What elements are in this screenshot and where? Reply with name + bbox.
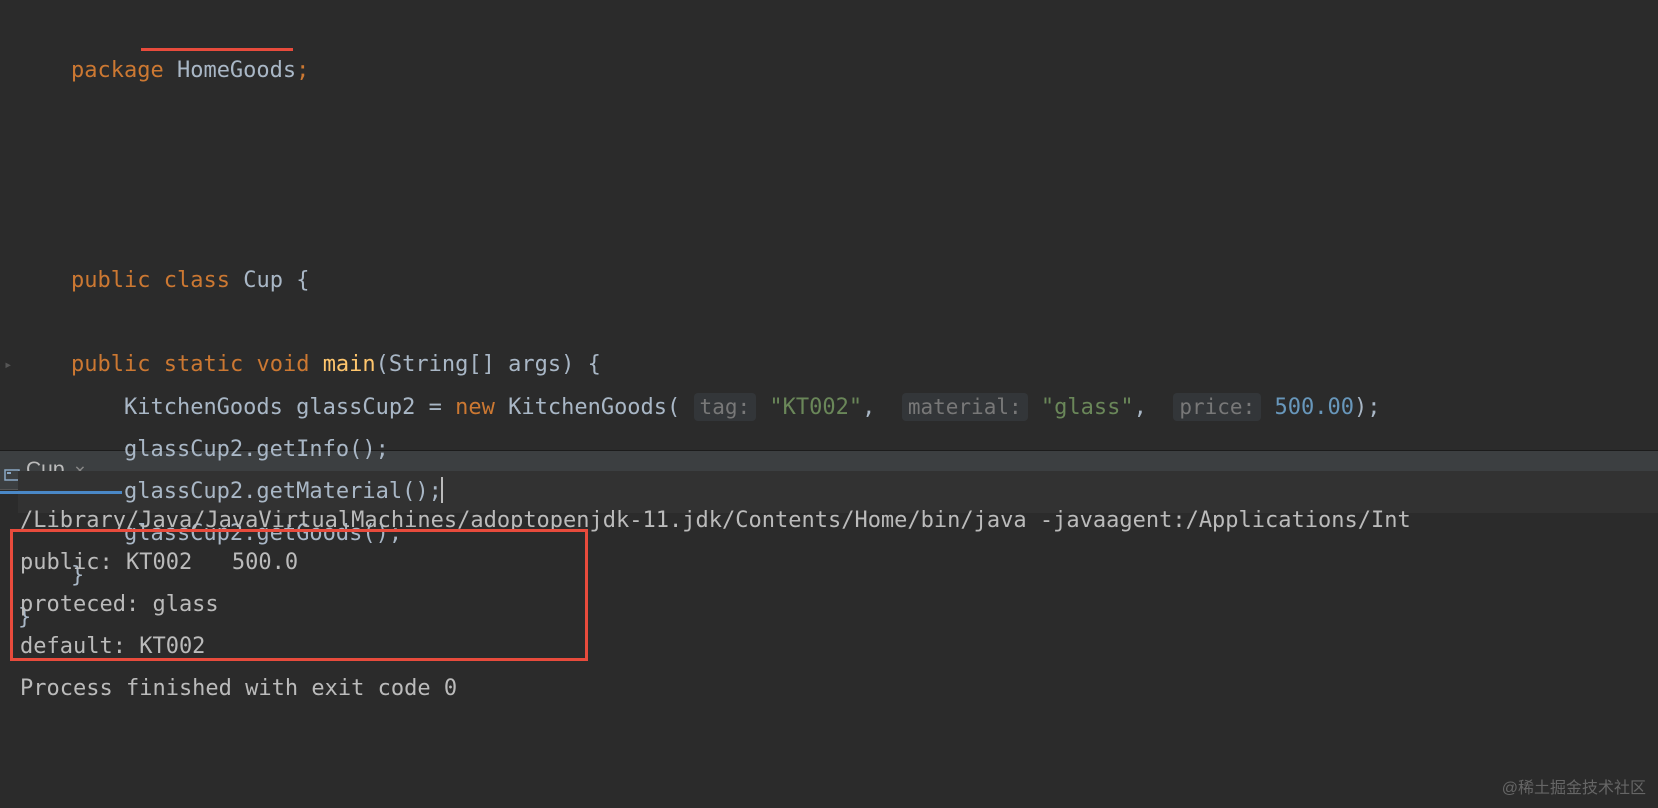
constructor-call: KitchenGoods( bbox=[495, 395, 694, 420]
keyword-new: new bbox=[455, 395, 495, 420]
code-line-blank[interactable] bbox=[18, 176, 1658, 218]
error-underline bbox=[141, 48, 293, 51]
declaration: KitchenGoods glassCup2 = bbox=[124, 395, 455, 420]
code-line[interactable]: package HomeGoods; bbox=[18, 8, 1658, 176]
semicolon: ; bbox=[296, 58, 309, 83]
keyword-package: package bbox=[71, 58, 164, 83]
main-params: (String[] args) { bbox=[376, 352, 601, 377]
param-hint-price: price: bbox=[1173, 393, 1261, 421]
console-exit-line: Process finished with exit code 0 bbox=[20, 668, 1658, 710]
watermark-text: @稀土掘金技术社区 bbox=[1502, 774, 1646, 798]
console-output-line: proteced: glass bbox=[20, 584, 1658, 626]
statement: glassCup2.getInfo(); bbox=[18, 437, 389, 462]
console-output[interactable]: /Library/Java/JavaVirtualMachines/adopto… bbox=[0, 490, 1658, 710]
string-literal: "glass" bbox=[1041, 395, 1134, 420]
param-hint-material: material: bbox=[902, 393, 1028, 421]
keyword-public: public bbox=[71, 268, 150, 293]
class-name: Cup bbox=[243, 268, 283, 293]
keyword-static: static bbox=[164, 352, 243, 377]
console-output-line: public: KT002 500.0 bbox=[20, 542, 1658, 584]
string-literal: "KT002" bbox=[769, 395, 862, 420]
code-line[interactable]: public class Cup { bbox=[18, 218, 1658, 344]
number-literal: 500.00 bbox=[1274, 395, 1353, 420]
code-line[interactable]: KitchenGoods glassCup2 = new KitchenGood… bbox=[18, 386, 1658, 429]
code-line[interactable]: glassCup2.getInfo(); bbox=[18, 429, 1658, 471]
keyword-void: void bbox=[256, 352, 309, 377]
package-name: HomeGoods bbox=[177, 58, 296, 83]
code-line[interactable]: ▸ public static void main(String[] args)… bbox=[18, 344, 1658, 386]
run-gutter-icon[interactable]: ▸ bbox=[4, 344, 12, 386]
keyword-public: public bbox=[71, 352, 150, 377]
console-command-line: /Library/Java/JavaVirtualMachines/adopto… bbox=[20, 500, 1658, 542]
console-output-line: default: KT002 bbox=[20, 626, 1658, 668]
brace-open: { bbox=[283, 268, 310, 293]
keyword-class: class bbox=[164, 268, 230, 293]
method-main: main bbox=[323, 352, 376, 377]
param-hint-tag: tag: bbox=[694, 393, 757, 421]
code-editor[interactable]: package HomeGoods; public class Cup { ▸ … bbox=[0, 0, 1658, 450]
